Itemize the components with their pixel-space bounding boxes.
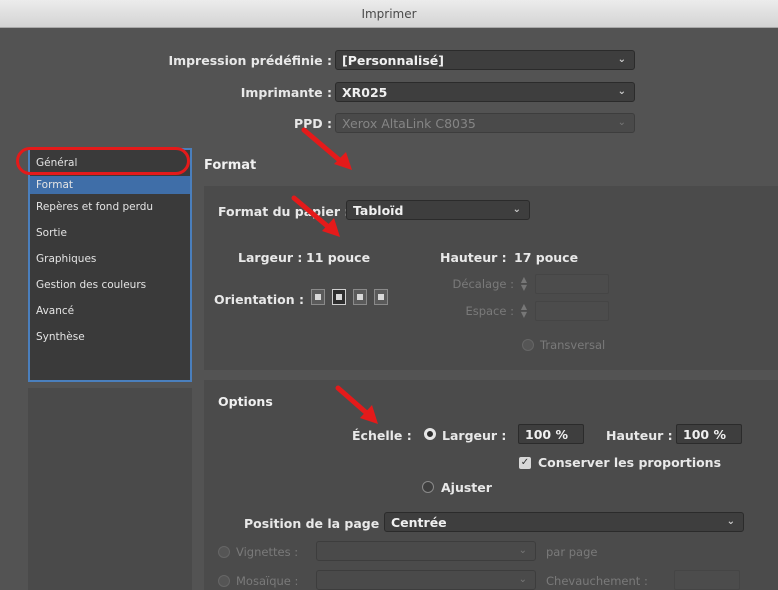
chevron-down-icon: ⌄ [726,516,735,527]
page-position-value: Centrée [391,514,447,530]
height-value: 17 pouce [514,250,579,265]
height-label: Hauteur : [440,250,507,265]
transverse-label: Transversal [540,338,606,352]
fit-label: Ajuster [441,480,492,495]
chevron-down-icon: ⌄ [518,574,527,585]
sidebar-item-color-management[interactable]: Gestion des couleurs [30,272,190,298]
fit-radio[interactable] [422,481,434,493]
scale-width-radio[interactable] [424,428,436,440]
spacing-stepper[interactable]: ▲ ▼ [519,303,529,319]
format-header: Format [204,158,257,173]
annotation-arrow-1 [301,127,352,170]
scale-height-label: Hauteur : [606,428,673,443]
preset-label: Impression prédéfinie : [168,53,332,68]
sidebar: Général Format Repères et fond perdu Sor… [28,148,192,382]
chevron-down-icon: ⌄ [617,54,626,65]
ppd-select[interactable]: Xerox AltaLink C8035 ⌄ [335,113,635,133]
spacing-label: Espace : [465,304,514,318]
preset-value: [Personnalisé] [342,52,444,68]
chevron-down-icon: ⌄ [512,204,521,215]
landscape-icon[interactable] [332,289,346,305]
tiling-checkbox[interactable] [218,575,230,587]
page-position-select[interactable]: Centrée ⌄ [384,512,744,532]
scale-width-input[interactable]: 100 % [518,424,584,444]
tiling-select[interactable]: ⌄ [316,570,536,590]
sidebar-item-marks-bleed[interactable]: Repères et fond perdu [30,194,190,220]
offset-input[interactable] [535,274,609,294]
spacing-input[interactable] [535,301,609,321]
sidebar-item-format[interactable]: Format [30,176,190,194]
annotation-arrow-3 [335,385,378,424]
preview-area [28,388,192,590]
preset-select[interactable]: [Personnalisé] ⌄ [335,50,635,70]
width-value: 11 pouce [306,250,371,265]
annotation-arrow-2 [291,195,340,237]
sidebar-item-advanced[interactable]: Avancé [30,298,190,324]
scale-width-label: Largeur : [442,428,507,443]
offset-stepper[interactable]: ▲ ▼ [519,276,529,292]
tiling-label: Mosaïque : [236,574,299,588]
printer-select[interactable]: XR025 ⌄ [335,82,635,102]
reverse-portrait-icon[interactable] [353,289,367,305]
window-title: Imprimer [361,6,417,21]
transverse-checkbox[interactable] [522,339,534,351]
chevron-down-icon: ⌄ [617,86,626,97]
page-position-label: Position de la page : [244,516,389,531]
thumbnails-checkbox[interactable] [218,546,230,558]
thumbnails-label: Vignettes : [236,545,299,559]
scale-label: Échelle : [352,428,412,443]
offset-label: Décalage : [452,277,514,291]
sidebar-item-output[interactable]: Sortie [30,220,190,246]
thumbnails-select[interactable]: ⌄ [316,541,536,561]
keep-proportions-label: Conserver les proportions [538,455,722,470]
chevron-down-icon: ⌄ [617,117,626,128]
printer-label: Imprimante : [240,85,332,100]
options-header: Options [218,394,273,409]
printer-value: XR025 [342,84,388,100]
ppd-value: Xerox AltaLink C8035 [342,115,476,131]
per-page-label: par page [546,545,598,559]
overlap-input[interactable] [674,570,740,590]
annotation-ellipse [16,147,190,175]
chevron-down-icon: ⌄ [518,545,527,556]
reverse-landscape-icon[interactable] [374,289,388,305]
paper-size-select[interactable]: Tabloïd ⌄ [346,200,530,220]
portrait-icon[interactable] [311,289,325,305]
keep-proportions-checkbox[interactable]: ✓ [519,457,531,469]
sidebar-item-summary[interactable]: Synthèse [30,324,190,350]
overlap-label: Chevauchement : [546,574,648,588]
paper-size-value: Tabloïd [353,202,404,218]
window-titlebar: Imprimer [0,0,778,28]
sidebar-item-graphics[interactable]: Graphiques [30,246,190,272]
width-label: Largeur : [238,250,303,265]
scale-height-input[interactable]: 100 % [676,424,742,444]
orientation-label: Orientation : [214,292,304,307]
